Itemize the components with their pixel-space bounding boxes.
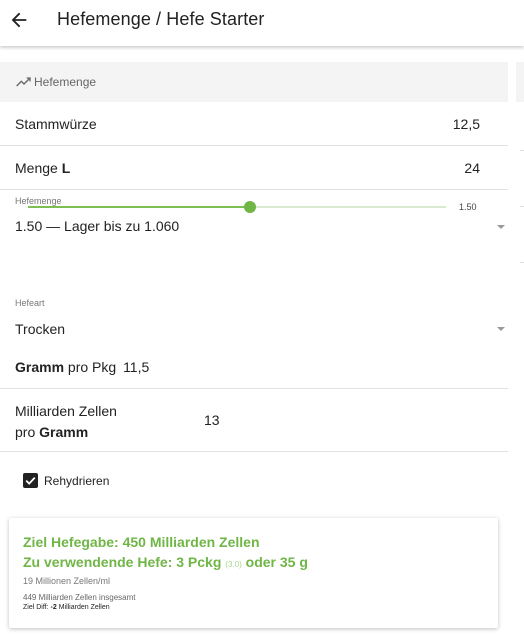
section-title: Hefemenge <box>34 75 97 89</box>
hefemenge-panel: Hefemenge Stammwürze 12,5 Menge L 24 <box>0 62 508 190</box>
slider-thumb[interactable] <box>243 201 256 213</box>
ziel-diff: Ziel Diff: -2 Milliarden Zellen <box>23 604 110 611</box>
slider-fill <box>28 206 250 208</box>
divider <box>520 262 524 263</box>
trending-up-icon <box>16 77 31 87</box>
gramm-rest: pro Pkg <box>67 359 117 375</box>
rehydrieren-label: Rehydrieren <box>44 473 110 488</box>
hefemenge-slider[interactable] <box>28 201 446 213</box>
rehydrieren-checkbox[interactable]: Rehydrieren <box>23 473 109 488</box>
adjacent-panel-edge <box>516 62 524 102</box>
zellen-value[interactable]: 13 <box>204 412 220 428</box>
hefeart-select[interactable]: Trocken <box>15 321 65 337</box>
hefemenge-field-label: Hefemenge <box>15 196 62 206</box>
page-title: Hefemenge / Hefe Starter <box>57 9 265 29</box>
zellen-label: Milliarden Zellen pro Gramm <box>15 403 117 440</box>
menge-value[interactable]: 24 <box>464 160 480 176</box>
app-bar: Hefemenge / Hefe Starter <box>0 0 524 46</box>
divider <box>0 451 508 452</box>
gramm-pro-pkg[interactable]: Gramm pro Pkg 11,5 <box>15 359 149 375</box>
ziel-hefegabe: Ziel Hefegabe: 450 Milliarden Zellen <box>23 534 260 550</box>
hefemenge-select[interactable]: 1.50 — Lager bis zu 1.060 <box>15 218 179 234</box>
gramm-value[interactable]: 11,5 <box>123 359 149 375</box>
divider <box>0 388 508 389</box>
zellen-pro-ml: 19 Millionen Zellen/ml <box>23 576 111 586</box>
zu-verwendende-hefe: Zu verwendende Hefe: 3 Pckg (3.0) oder 3… <box>23 554 308 570</box>
stammwuerze-row[interactable]: Stammwürze 12,5 <box>0 102 508 146</box>
checkbox-checked-icon[interactable] <box>23 473 38 488</box>
stammwuerze-value[interactable]: 12,5 <box>453 116 480 132</box>
stammwuerze-label: Stammwürze <box>15 116 97 132</box>
divider <box>520 150 524 151</box>
result-card: Ziel Hefegabe: 450 Milliarden Zellen Zu … <box>9 518 498 628</box>
slider-value: 1.50 <box>459 202 477 212</box>
menge-unit: L <box>61 160 71 176</box>
divider <box>520 206 524 207</box>
menge-row[interactable]: Menge L 24 <box>0 146 508 190</box>
chevron-down-icon[interactable] <box>497 327 505 331</box>
gramm-bold: Gramm <box>15 359 65 375</box>
chevron-down-icon[interactable] <box>497 225 505 229</box>
back-arrow-icon[interactable] <box>8 9 30 31</box>
section-header: Hefemenge <box>0 62 508 102</box>
menge-label: Menge L <box>15 160 71 176</box>
zellen-insgesamt: 449 Milliarden Zellen insgesamt <box>23 593 136 602</box>
hefeart-field-label: Hefeart <box>15 298 45 308</box>
